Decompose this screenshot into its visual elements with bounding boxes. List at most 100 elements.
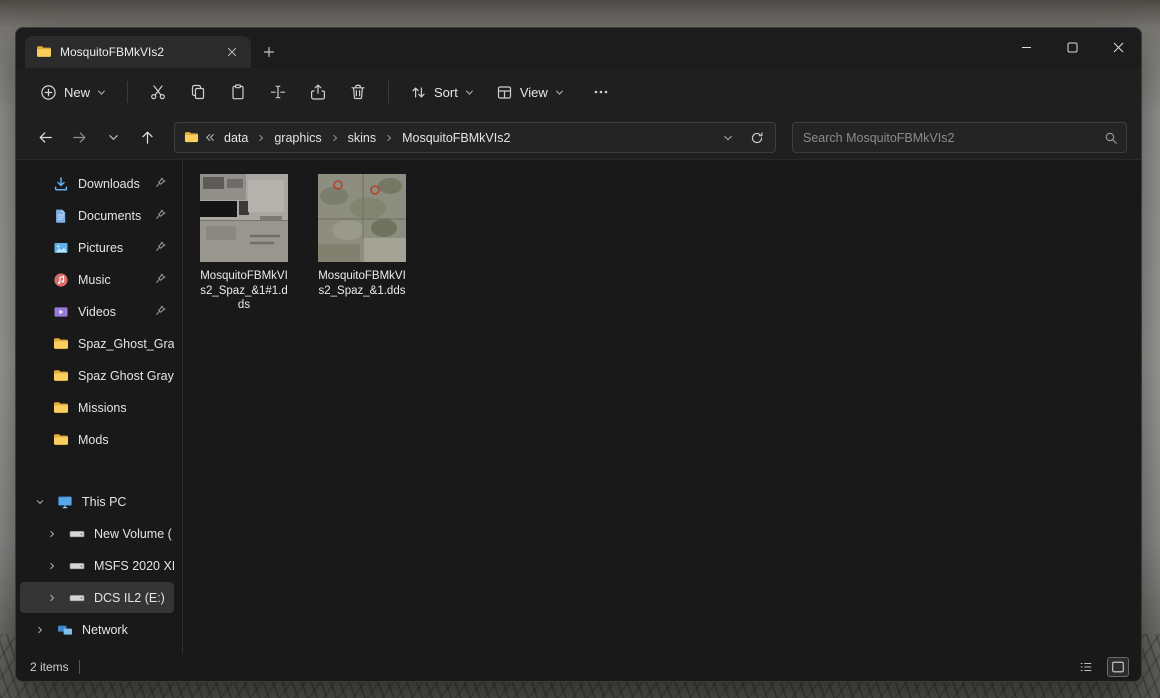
drive-icon <box>69 526 85 542</box>
chevron-down-icon <box>97 88 106 97</box>
sidebar-item-folder[interactable]: Spaz_Ghost_Gra <box>20 328 174 359</box>
breadcrumb-item-current[interactable]: MosquitoFBMkVIs2 <box>398 128 514 148</box>
address-bar[interactable]: data graphics skins MosquitoFBMkVIs2 <box>174 122 776 153</box>
breadcrumb-item[interactable]: data <box>220 128 252 148</box>
tab-close-button[interactable] <box>221 41 243 63</box>
maximize-button[interactable] <box>1049 28 1095 66</box>
share-button[interactable] <box>299 75 337 109</box>
file-item[interactable]: MosquitoFBMkVIs2_Spaz_&1.dds <box>317 174 407 298</box>
status-divider <box>79 660 80 674</box>
window-body: Downloads Documents Pictures Music V <box>16 160 1141 654</box>
sidebar-item-missions[interactable]: Missions <box>20 392 174 423</box>
back-button[interactable] <box>30 123 60 153</box>
forward-button[interactable] <box>64 123 94 153</box>
sidebar-item-drive[interactable]: New Volume ( <box>20 518 174 549</box>
sort-button[interactable]: Sort <box>400 77 484 108</box>
address-row: data graphics skins MosquitoFBMkVIs2 <box>16 116 1141 160</box>
music-icon <box>53 272 69 288</box>
chevron-down-icon <box>465 88 474 97</box>
pin-icon <box>155 273 166 284</box>
status-bar: 2 items <box>16 654 1141 681</box>
videos-icon <box>53 304 69 320</box>
sidebar-item-pictures[interactable]: Pictures <box>20 232 174 263</box>
file-list: MosquitoFBMkVIs2_Spaz_&1#1.dds Mosquit <box>183 160 1141 654</box>
pin-icon <box>155 305 166 316</box>
breadcrumb-overflow-button[interactable] <box>204 132 215 143</box>
sidebar-item-documents[interactable]: Documents <box>20 200 174 231</box>
item-count-label: 2 items <box>30 660 69 674</box>
address-dropdown-chevron[interactable] <box>716 126 740 150</box>
view-button[interactable]: View <box>486 77 574 108</box>
minimize-button[interactable] <box>1003 28 1049 66</box>
sidebar-item-downloads[interactable]: Downloads <box>20 168 174 199</box>
titlebar: MosquitoFBMkVIs2 <box>16 28 1141 68</box>
chevron-down-icon[interactable] <box>32 497 48 507</box>
pin-icon <box>155 177 166 188</box>
more-options-button[interactable] <box>582 75 620 109</box>
tab-title: MosquitoFBMkVIs2 <box>60 45 213 59</box>
chevron-right-icon[interactable] <box>32 625 48 635</box>
explorer-tab[interactable]: MosquitoFBMkVIs2 <box>25 36 251 68</box>
toolbar-divider <box>127 81 128 103</box>
chevron-right-icon[interactable] <box>44 529 60 539</box>
file-thumbnail <box>318 174 406 262</box>
chevron-right-icon[interactable] <box>44 593 60 603</box>
search-input[interactable] <box>803 131 1104 145</box>
sort-button-label: Sort <box>434 85 458 100</box>
large-thumbnails-view-toggle[interactable] <box>1107 657 1129 677</box>
rename-button[interactable] <box>259 75 297 109</box>
sidebar-item-drive-selected[interactable]: DCS IL2 (E:) <box>20 582 174 613</box>
breadcrumb-item[interactable]: skins <box>344 128 380 148</box>
folder-icon <box>53 336 69 352</box>
copy-button[interactable] <box>179 75 217 109</box>
pin-icon <box>155 241 166 252</box>
file-name: MosquitoFBMkVIs2_Spaz_&1.dds <box>317 269 407 298</box>
toolbar-divider <box>388 81 389 103</box>
file-name: MosquitoFBMkVIs2_Spaz_&1#1.dds <box>199 269 289 313</box>
search-icon <box>1104 131 1118 145</box>
sidebar-item-drive[interactable]: MSFS 2020 XP <box>20 550 174 581</box>
breadcrumb-separator-icon <box>385 134 393 142</box>
downloads-icon <box>53 176 69 192</box>
close-window-button[interactable] <box>1095 28 1141 66</box>
file-explorer-window: MosquitoFBMkVIs2 New <box>15 27 1142 682</box>
drive-icon <box>69 558 85 574</box>
ellipsis-icon <box>593 84 609 100</box>
network-icon <box>57 622 73 638</box>
plus-circle-icon <box>40 84 57 101</box>
breadcrumb-separator-icon <box>331 134 339 142</box>
breadcrumb-separator-icon <box>257 134 265 142</box>
sidebar-item-videos[interactable]: Videos <box>20 296 174 327</box>
sidebar-item-mods[interactable]: Mods <box>20 424 174 455</box>
file-item[interactable]: MosquitoFBMkVIs2_Spaz_&1#1.dds <box>199 174 289 313</box>
sort-arrows-icon <box>410 84 427 101</box>
new-tab-button[interactable] <box>258 41 280 63</box>
folder-icon <box>53 400 69 416</box>
pictures-icon <box>53 240 69 256</box>
sidebar-item-folder[interactable]: Spaz Ghost Gray <box>20 360 174 391</box>
breadcrumb-item[interactable]: graphics <box>270 128 325 148</box>
new-button[interactable]: New <box>30 77 116 108</box>
view-layout-icon <box>496 84 513 101</box>
folder-icon <box>53 432 69 448</box>
folder-icon <box>53 368 69 384</box>
view-button-label: View <box>520 85 548 100</box>
sidebar-item-this-pc[interactable]: This PC <box>20 486 174 517</box>
folder-icon <box>36 44 52 60</box>
paste-button[interactable] <box>219 75 257 109</box>
new-button-label: New <box>64 85 90 100</box>
documents-icon <box>53 208 69 224</box>
sidebar-item-music[interactable]: Music <box>20 264 174 295</box>
cut-button[interactable] <box>139 75 177 109</box>
recent-locations-chevron[interactable] <box>98 123 128 153</box>
refresh-button[interactable] <box>745 126 769 150</box>
sidebar-item-network[interactable]: Network <box>20 614 174 645</box>
details-view-toggle[interactable] <box>1075 657 1097 677</box>
command-toolbar: New Sort <box>16 68 1141 116</box>
drive-icon <box>69 590 85 606</box>
up-button[interactable] <box>132 123 162 153</box>
chevron-down-icon <box>555 88 564 97</box>
delete-button[interactable] <box>339 75 377 109</box>
search-box <box>792 122 1127 153</box>
chevron-right-icon[interactable] <box>44 561 60 571</box>
